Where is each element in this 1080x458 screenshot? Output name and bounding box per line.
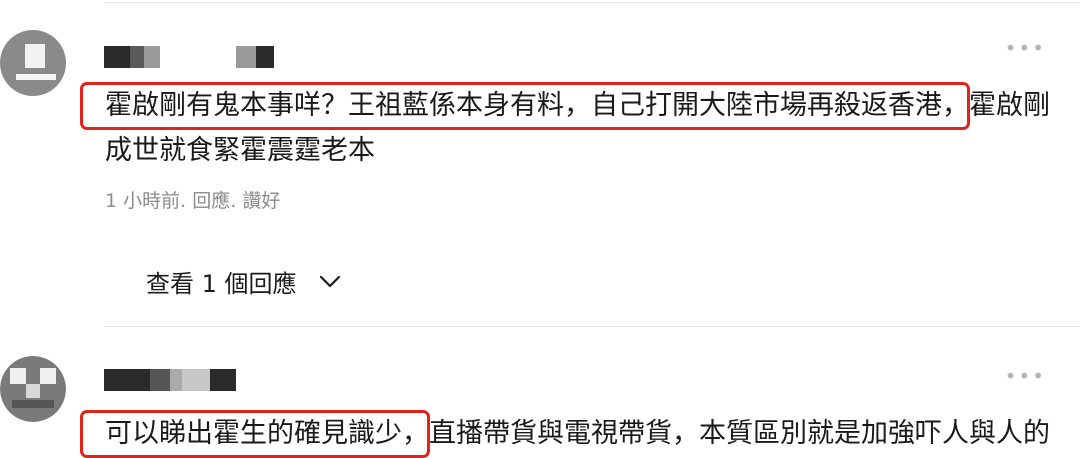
- like-link[interactable]: 讚好: [242, 190, 280, 212]
- comment-text-line-2: 成世就食緊霍震霆老本: [105, 135, 375, 166]
- avatar-pixel: [12, 400, 54, 408]
- comment-highlighted-text: 可以睇出霍生的確見識少，: [105, 418, 429, 449]
- comment-text-rest: ，霍啟剛: [942, 90, 1050, 121]
- view-replies-label: 查看 1 個回應: [146, 270, 297, 298]
- avatar-pixel: [25, 44, 45, 68]
- comment-highlighted-text: 霍啟剛有鬼本事咩？王祖藍係本身有料，自己打開大陸市場再殺返香港: [105, 90, 942, 121]
- avatar-pixel: [10, 368, 26, 384]
- reply-link[interactable]: 回應: [192, 190, 230, 212]
- comment-text-line-1: 霍啟剛有鬼本事咩？王祖藍係本身有料，自己打開大陸市場再殺返香港，霍啟剛: [105, 89, 1050, 123]
- avatar-pixel: [40, 368, 56, 384]
- more-dots-icon[interactable]: •••: [1005, 38, 1046, 58]
- username-redacted[interactable]: [104, 369, 236, 391]
- comment-time: 1 小時前: [105, 190, 181, 212]
- view-replies-button[interactable]: 查看 1 個回應: [146, 264, 341, 299]
- chevron-down-icon: [319, 275, 340, 287]
- avatar-pixel: [16, 74, 56, 80]
- comment-divider: [105, 326, 1080, 327]
- avatar[interactable]: [0, 356, 66, 422]
- username-redacted[interactable]: [104, 46, 274, 68]
- comment-text-line-1: 可以睇出霍生的確見識少，直播帶貨與電視帶貨，本質區別就是加強吓人與人的: [105, 417, 1050, 451]
- comment-text-rest: 直播帶貨與電視帶貨，本質區別就是加強吓人與人的: [429, 418, 1050, 449]
- more-dots-icon[interactable]: •••: [1005, 366, 1046, 386]
- avatar[interactable]: [0, 30, 66, 96]
- top-divider: [105, 2, 1080, 3]
- comment-meta: 1 小時前. 回應. 讚好: [105, 190, 281, 212]
- avatar-pixel: [26, 384, 40, 398]
